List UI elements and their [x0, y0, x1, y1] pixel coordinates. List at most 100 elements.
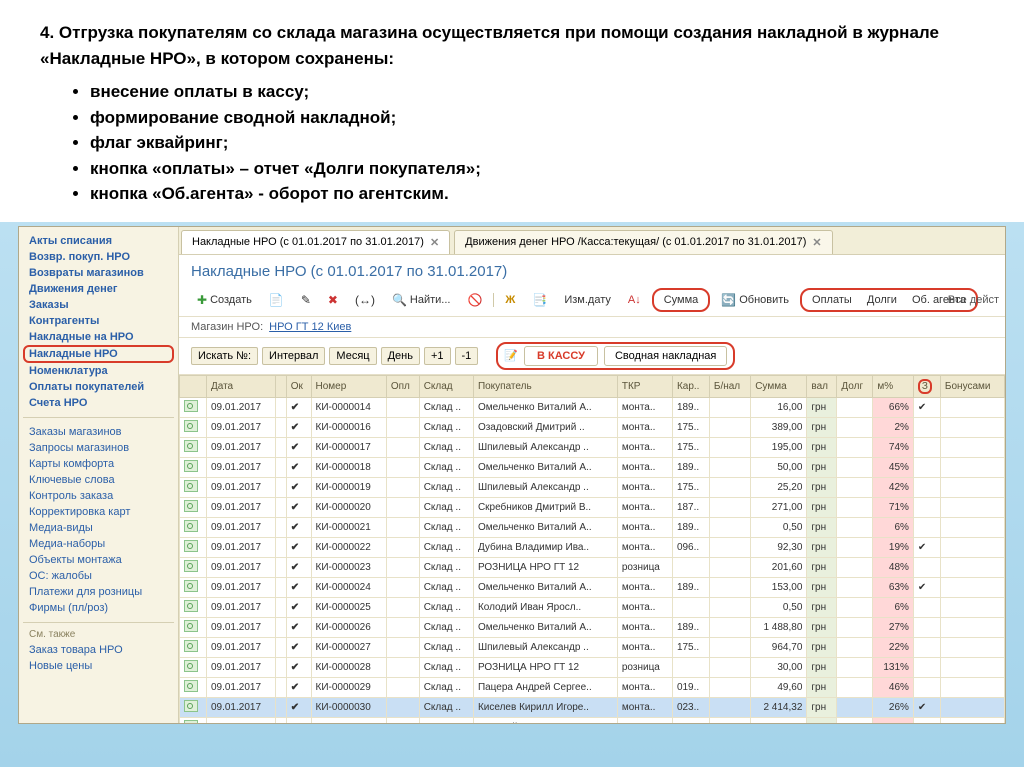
sidebar-item[interactable]: Акты списания	[23, 233, 174, 249]
column-header[interactable]: Ок	[286, 375, 311, 397]
table-row[interactable]: 09.01.2017✔КИ-0000021Склад ..Омельченко …	[180, 517, 1005, 537]
table-cell	[709, 397, 750, 417]
sidebar-item[interactable]: Номенклатура	[23, 363, 174, 379]
interval-btn[interactable]: Интервал	[262, 347, 325, 365]
table-row[interactable]: 09.01.2017✔КИ-0000016Склад ..Озадовский …	[180, 417, 1005, 437]
column-header[interactable]: Дата	[206, 375, 275, 397]
table-row[interactable]: 09.01.2017✔КИ-0000020Склад ..Скребников …	[180, 497, 1005, 517]
table-cell: КИ-0000017	[311, 437, 386, 457]
refresh-button[interactable]: 🔄Обновить	[715, 290, 795, 310]
sidebar-item[interactable]: Объекты монтажа	[23, 552, 174, 568]
sidebar-item[interactable]: Платежи для розницы	[23, 584, 174, 600]
sidebar-item[interactable]: Заказ товара НРО	[23, 642, 174, 658]
table-row[interactable]: 09.01.2017✔КИ-0000019Склад ..Шпилевый Ал…	[180, 477, 1005, 497]
zh-button[interactable]: Ж	[499, 291, 521, 309]
table-row[interactable]: 09.01.2017✔КИ-0000023Склад ..РОЗНИЦА НРО…	[180, 557, 1005, 577]
table-cell: ✔	[286, 417, 311, 437]
close-icon[interactable]: ✕	[812, 236, 821, 249]
sidebar-item[interactable]: Движения денег	[23, 281, 174, 297]
svodnaya-button[interactable]: Сводная накладная	[604, 346, 727, 366]
debts-button[interactable]: Долги	[861, 291, 903, 309]
day-btn[interactable]: День	[381, 347, 420, 365]
summa-button[interactable]: Сумма	[658, 291, 705, 309]
sidebar-item[interactable]: Корректировка карт	[23, 504, 174, 520]
column-header[interactable]: Покупатель	[473, 375, 617, 397]
payments-button[interactable]: Оплаты	[806, 291, 858, 309]
copy-button[interactable]: 📄	[263, 290, 290, 310]
delete-button[interactable]: ✖	[322, 290, 344, 310]
table-cell	[913, 677, 940, 697]
sidebar-item[interactable]: Медиа-наборы	[23, 536, 174, 552]
table-row[interactable]: 09.01.2017✔КИ-0000018Склад ..Омельченко …	[180, 457, 1005, 477]
sidebar-item[interactable]: Накладные на НРО	[23, 329, 174, 345]
column-header[interactable]: Бонусами	[940, 375, 1004, 397]
sidebar-item[interactable]: Счета НРО	[23, 395, 174, 411]
sidebar-item[interactable]: Заказы	[23, 297, 174, 313]
table-row[interactable]: 09.01.2017✔КИ-0000029Склад ..Пацера Андр…	[180, 677, 1005, 697]
column-header[interactable]: Номер	[311, 375, 386, 397]
edit-button[interactable]: ✎	[295, 290, 317, 310]
clear-find-button[interactable]: 🚫	[461, 290, 488, 310]
change-date-button[interactable]: Изм.дату	[558, 291, 617, 309]
table-row[interactable]: 09.01.2017✔КИ-0000025Склад ..Колодий Ива…	[180, 597, 1005, 617]
sidebar-item[interactable]: Контроль заказа	[23, 488, 174, 504]
table-row[interactable]: 09.01.2017✔КИ-0000024Склад ..Омельченко …	[180, 577, 1005, 597]
column-header[interactable]: З	[913, 375, 940, 397]
column-header[interactable]: вал	[807, 375, 837, 397]
column-header[interactable]: Долг	[837, 375, 873, 397]
table-cell: КИ-0000030	[311, 697, 386, 717]
another-button[interactable]: 📑	[526, 290, 553, 310]
column-header[interactable]	[180, 375, 207, 397]
table-row[interactable]: 09.01.2017✔КИ-0000026Склад ..Омельченко …	[180, 617, 1005, 637]
column-header[interactable]	[276, 375, 287, 397]
sidebar-item[interactable]: Запросы магазинов	[23, 440, 174, 456]
column-header[interactable]: Б/нал	[709, 375, 750, 397]
search-number-btn[interactable]: Искать №:	[191, 347, 258, 365]
table-row[interactable]: 09.01.2017✔КИ-0000022Склад ..Дубина Влад…	[180, 537, 1005, 557]
sidebar-item[interactable]: Накладные НРО	[23, 345, 174, 363]
table-row[interactable]: 09.01.2017✔КИ-0000028Склад ..РОЗНИЦА НРО…	[180, 657, 1005, 677]
column-header[interactable]: Склад	[419, 375, 473, 397]
table-cell: грн	[807, 537, 837, 557]
sidebar-item[interactable]: Заказы магазинов	[23, 424, 174, 440]
column-header[interactable]: Кар..	[672, 375, 709, 397]
sidebar-item[interactable]: Оплаты покупателей	[23, 379, 174, 395]
table-row[interactable]: 09.01.2017✔КИ-0000017Склад ..Шпилевый Ал…	[180, 437, 1005, 457]
sidebar-item[interactable]: ОС: жалобы	[23, 568, 174, 584]
filter-value[interactable]: НРО ГТ 12 Киев	[269, 321, 351, 333]
all-actions-link[interactable]: Все дейст	[948, 294, 999, 306]
table-cell	[709, 677, 750, 697]
table-row[interactable]: 09.01.2017✔КИ-0000030Склад ..Киселев Кир…	[180, 697, 1005, 717]
minus1-btn[interactable]: -1	[455, 347, 479, 365]
close-icon[interactable]: ✕	[430, 236, 439, 249]
table-row[interactable]: 09.01.2017✔КИ-0000027Склад ..Шпилевый Ал…	[180, 637, 1005, 657]
table-row[interactable]: 09.01.2017✔КИ-0000031Склад ..Римский Вад…	[180, 717, 1005, 723]
sidebar-item[interactable]: Контрагенты	[23, 313, 174, 329]
sidebar-item[interactable]: Ключевые слова	[23, 472, 174, 488]
month-btn[interactable]: Месяц	[329, 347, 376, 365]
sidebar-item[interactable]: Карты комфорта	[23, 456, 174, 472]
find-button[interactable]: 🔍Найти...	[386, 290, 457, 310]
table-cell	[837, 717, 873, 723]
table-row[interactable]: 09.01.2017✔КИ-0000014Склад ..Омельченко …	[180, 397, 1005, 417]
column-header[interactable]: Опл	[386, 375, 419, 397]
create-button[interactable]: ✚Создать	[191, 290, 258, 310]
column-header[interactable]: Сумма	[751, 375, 807, 397]
sidebar-item[interactable]: Возвр. покуп. НРО	[23, 249, 174, 265]
sidebar-item[interactable]: Фирмы (пл/роз)	[23, 600, 174, 616]
column-header[interactable]: ТКР	[617, 375, 672, 397]
table-cell	[386, 457, 419, 477]
table-cell: Пацера Андрей Сергее..	[473, 677, 617, 697]
sidebar-item[interactable]: Возвраты магазинов	[23, 265, 174, 281]
sidebar-item[interactable]: Медиа-виды	[23, 520, 174, 536]
table-cell	[276, 477, 287, 497]
plus1-btn[interactable]: +1	[424, 347, 451, 365]
tab[interactable]: Движения денег НРО /Касса:текущая/ (с 01…	[454, 230, 832, 254]
kassa-button[interactable]: В КАССУ	[524, 346, 598, 366]
sidebar-item[interactable]: Новые цены	[23, 658, 174, 674]
tab[interactable]: Накладные НРО (с 01.01.2017 по 31.01.201…	[181, 230, 450, 254]
az-button[interactable]: А↓	[622, 291, 647, 309]
invoices-table[interactable]: Дата ОкНомерОплСкладПокупательТКРКар..Б/н…	[179, 375, 1005, 723]
column-header[interactable]: м%	[873, 375, 914, 397]
nav-button[interactable]: (↔)	[349, 290, 381, 310]
